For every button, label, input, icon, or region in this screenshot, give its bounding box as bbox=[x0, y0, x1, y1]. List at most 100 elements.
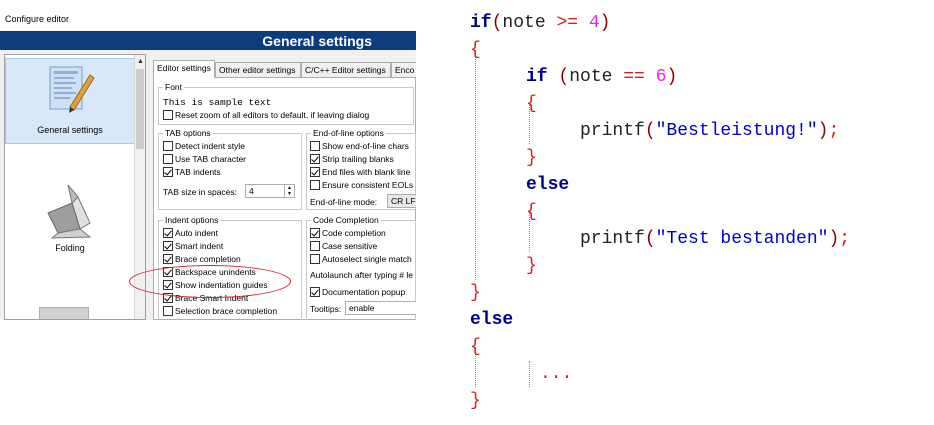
strip-trailing-checkbox[interactable] bbox=[310, 154, 320, 164]
function-name: printf bbox=[580, 121, 645, 141]
settings-sidebar: General settings Folding ▲ bbox=[4, 54, 146, 320]
sidebar-item-label: Folding bbox=[55, 243, 85, 253]
settings-banner: General settings bbox=[0, 31, 416, 50]
indent-guide bbox=[475, 50, 476, 280]
option-label: Autoselect single match bbox=[322, 254, 412, 264]
code-completion-checkbox[interactable] bbox=[310, 228, 320, 238]
sidebar-next-item-icon bbox=[39, 307, 89, 319]
use-tab-option[interactable]: Use TAB character bbox=[163, 154, 246, 166]
case-sensitive-option[interactable]: Case sensitive bbox=[310, 241, 377, 253]
strip-trailing-option[interactable]: Strip trailing blanks bbox=[310, 154, 394, 166]
reset-zoom-option[interactable]: Reset zoom of all editors to default, if… bbox=[163, 110, 369, 122]
indent-guide bbox=[529, 361, 530, 387]
code-brace-open: { bbox=[526, 202, 537, 222]
tab-editor-settings[interactable]: Editor settings bbox=[153, 60, 215, 78]
eol-mode-select[interactable]: CR LF bbox=[387, 194, 416, 208]
tab-indents-checkbox[interactable] bbox=[163, 167, 173, 177]
number: 6 bbox=[644, 67, 667, 87]
brace-completion-checkbox[interactable] bbox=[163, 254, 173, 264]
option-label: Strip trailing blanks bbox=[322, 154, 394, 164]
banner-title: General settings bbox=[262, 33, 372, 49]
dialog-title: Configure editor bbox=[5, 14, 70, 24]
tab-size-value: 4 bbox=[249, 186, 254, 196]
sidebar-item-folding[interactable]: Folding bbox=[5, 183, 135, 263]
group-label: Indent options bbox=[163, 215, 221, 225]
option-label: Ensure consistent EOLs bbox=[322, 180, 414, 190]
paren: ) bbox=[599, 13, 611, 33]
number: 4 bbox=[578, 13, 600, 33]
string: "Test bestanden" bbox=[655, 229, 829, 249]
ensure-eols-option[interactable]: Ensure consistent EOLs bbox=[310, 180, 413, 192]
font-group: Font This is sample text Reset zoom of a… bbox=[158, 82, 414, 125]
sidebar-item-label: General settings bbox=[37, 125, 103, 135]
keyword: if bbox=[526, 67, 548, 87]
option-label: End files with blank line bbox=[322, 167, 411, 177]
keyword: if bbox=[470, 13, 492, 33]
group-label: Font bbox=[163, 82, 185, 92]
detect-indent-checkbox[interactable] bbox=[163, 141, 173, 151]
code-line-inner-if: if (note == 6) bbox=[526, 64, 677, 91]
code-completion-group: Code Completion Code completion Case sen… bbox=[306, 215, 416, 320]
documentation-popup-option[interactable]: Documentation popup bbox=[310, 287, 405, 299]
semicolon: ; bbox=[839, 229, 851, 249]
string: "Bestleistung!" bbox=[655, 121, 818, 141]
show-eol-option[interactable]: Show end-of-line chars bbox=[310, 141, 409, 153]
code-brace-open: { bbox=[470, 40, 481, 60]
scroll-up-icon[interactable]: ▲ bbox=[137, 58, 144, 65]
tab-encoding-settings[interactable]: Enco bbox=[391, 62, 416, 77]
ensure-eols-checkbox[interactable] bbox=[310, 180, 320, 190]
group-label: TAB options bbox=[163, 128, 213, 138]
autoselect-option[interactable]: Autoselect single match bbox=[310, 254, 412, 266]
documentation-popup-checkbox[interactable] bbox=[310, 287, 320, 297]
operator: == bbox=[623, 67, 645, 87]
identifier: note bbox=[569, 67, 624, 87]
code-line-printf: printf("Test bestanden"); bbox=[580, 226, 850, 253]
group-label: End-of-line options bbox=[311, 128, 386, 138]
code-line-printf: printf("Bestleistung!"); bbox=[580, 118, 839, 145]
code-line-else: else bbox=[526, 175, 570, 195]
auto-indent-checkbox[interactable] bbox=[163, 228, 173, 238]
semicolon: ; bbox=[828, 121, 840, 141]
selection-brace-option[interactable]: Selection brace completion bbox=[163, 306, 277, 318]
option-label: Auto indent bbox=[175, 228, 219, 238]
function-name: printf bbox=[580, 229, 645, 249]
code-completion-option[interactable]: Code completion bbox=[310, 228, 386, 240]
tab-size-label: TAB size in spaces: bbox=[163, 187, 238, 197]
tab-indents-option[interactable]: TAB indents bbox=[163, 167, 221, 179]
autoselect-checkbox[interactable] bbox=[310, 254, 320, 264]
title-bar: Configure editor bbox=[0, 0, 416, 30]
tab-cpp-editor-settings[interactable]: C/C++ Editor settings bbox=[301, 62, 391, 77]
paren: ) bbox=[666, 67, 678, 87]
option-label: Brace completion bbox=[175, 254, 241, 264]
tooltips-select[interactable]: enable bbox=[345, 301, 416, 315]
show-eol-checkbox[interactable] bbox=[310, 141, 320, 151]
end-files-blank-checkbox[interactable] bbox=[310, 167, 320, 177]
tab-size-stepper[interactable]: 4 ▲ ▼ bbox=[245, 184, 295, 198]
selection-brace-checkbox[interactable] bbox=[163, 306, 173, 316]
code-brace-open: { bbox=[526, 94, 537, 114]
smart-indent-option[interactable]: Smart indent bbox=[163, 241, 223, 253]
code-line-else: else bbox=[470, 310, 514, 330]
configure-editor-dialog: Configure editor General settings Genera… bbox=[0, 0, 416, 320]
paren: ) bbox=[828, 229, 840, 249]
stepper-arrows-icon[interactable]: ▲ ▼ bbox=[284, 185, 294, 197]
case-sensitive-checkbox[interactable] bbox=[310, 241, 320, 251]
reset-zoom-checkbox[interactable] bbox=[163, 110, 173, 120]
detect-indent-option[interactable]: Detect indent style bbox=[163, 141, 245, 153]
settings-tabs: Editor settings Other editor settings C/… bbox=[153, 60, 416, 78]
operator: >= bbox=[556, 13, 579, 33]
option-label: Case sensitive bbox=[322, 241, 378, 251]
tab-other-editor-settings[interactable]: Other editor settings bbox=[215, 62, 301, 77]
scrollbar-thumb[interactable] bbox=[136, 69, 144, 149]
sidebar-item-general-settings[interactable]: General settings bbox=[5, 58, 135, 144]
tab-options-group: TAB options Detect indent style Use TAB … bbox=[158, 128, 302, 210]
smart-indent-checkbox[interactable] bbox=[163, 241, 173, 251]
paren: ) bbox=[817, 121, 829, 141]
end-files-blank-option[interactable]: End files with blank line bbox=[310, 167, 410, 179]
use-tab-checkbox[interactable] bbox=[163, 154, 173, 164]
auto-indent-option[interactable]: Auto indent bbox=[163, 228, 218, 240]
code-ellipsis: ... bbox=[540, 364, 573, 384]
code-brace-close: } bbox=[526, 256, 537, 276]
folding-origami-icon bbox=[47, 184, 92, 239]
tooltips-label: Tooltips: bbox=[310, 304, 342, 314]
